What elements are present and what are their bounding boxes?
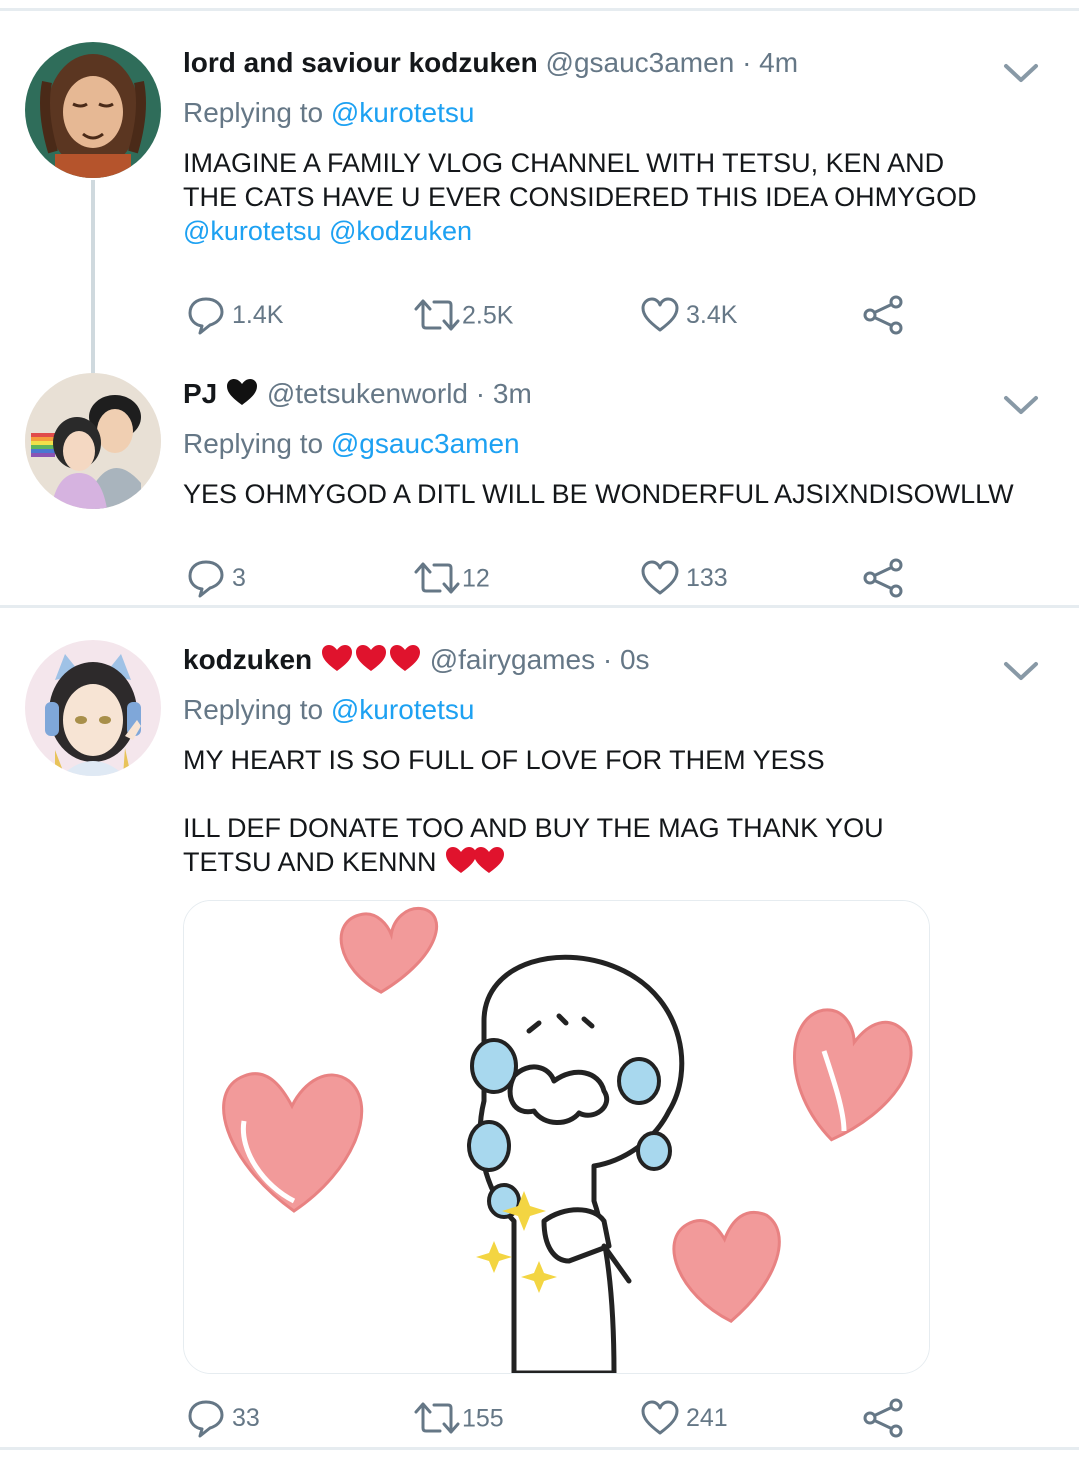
tweet-divider [0,605,1079,608]
like-icon [641,1400,679,1435]
text-line: THE CATS HAVE U EVER CONSIDERED THIS IDE… [183,182,977,212]
replying-label: Replying to [183,694,324,725]
reply-count: 33 [232,1404,260,1433]
retweet-count: 2.5K [462,301,514,330]
share-button[interactable] [862,1397,904,1438]
retweet-button[interactable]: 155 [412,1397,504,1437]
chevron-down-icon[interactable] [1000,656,1042,686]
reply-icon [188,1400,224,1438]
tweet-text: IMAGINE A FAMILY VLOG CHANNEL WITH TETSU… [183,146,1023,248]
handle[interactable]: @gsauc3amen [546,47,735,78]
reply-icon [188,297,224,335]
like-button[interactable]: 241 [640,1397,728,1437]
avatar[interactable] [25,373,161,509]
text-line: ILL DEF DONATE TOO AND BUY THE MAG THANK… [183,813,884,843]
replying-label: Replying to [183,97,324,128]
retweet-icon [414,299,460,331]
reply-button[interactable]: 33 [186,1397,260,1438]
top-divider [0,8,1079,11]
timestamp[interactable]: · 3m [476,378,532,409]
tweet-image[interactable] [183,900,930,1374]
retweet-button[interactable]: 12 [412,557,490,597]
text-line: IMAGINE A FAMILY VLOG CHANNEL WITH TETSU… [183,148,945,178]
reply-count: 1.4K [232,301,284,330]
black-heart-emoji [227,379,258,405]
tweet-header: lord and saviour kodzuken @gsauc3amen · … [183,45,798,81]
red-heart-emoji [474,847,505,873]
chevron-down-icon[interactable] [1000,58,1042,88]
like-button[interactable]: 3.4K [640,294,737,334]
retweet-count: 12 [462,564,490,593]
retweet-icon [414,1402,460,1434]
share-button[interactable] [862,557,904,598]
like-count: 241 [686,1404,728,1433]
share-button[interactable] [862,294,904,335]
red-heart-emoji [321,645,352,671]
reply-count: 3 [232,564,246,593]
avatar[interactable] [25,640,161,776]
red-heart-emoji [355,645,386,671]
timestamp[interactable]: · 0s [603,644,650,675]
handle[interactable]: @tetsukenworld [267,378,468,409]
timestamp[interactable]: · 4m [742,47,798,78]
thread-connector-line [91,180,95,375]
avatar[interactable] [25,42,161,178]
retweet-count: 155 [462,1404,504,1433]
text-line: YES OHMYGOD A DITL WILL BE WONDERFUL AJS… [183,479,1014,509]
like-count: 133 [686,564,728,593]
like-count: 3.4K [686,301,738,330]
share-icon [863,1398,903,1438]
display-name[interactable]: kodzuken [183,644,312,675]
handle[interactable]: @fairygames [430,644,595,675]
replying-to: Replying to @kurotetsu [183,95,474,131]
replying-mention-link[interactable]: @kurotetsu [331,97,475,128]
reply-button[interactable]: 1.4K [186,294,284,335]
replying-to: Replying to @gsauc3amen [183,426,520,462]
share-icon [863,295,903,335]
display-name[interactable]: lord and saviour kodzuken [183,47,538,78]
replying-label: Replying to [183,428,324,459]
chevron-down-icon[interactable] [1000,390,1042,420]
reply-button[interactable]: 3 [186,557,246,598]
replying-mention-link[interactable]: @gsauc3amen [331,428,520,459]
mention-link[interactable]: @kurotetsu [183,216,321,246]
reply-icon [188,560,224,598]
tweet-header: kodzuken @fairygames · 0s [183,642,650,678]
tweet-text: MY HEART IS SO FULL OF LOVE FOR THEM YES… [183,743,1023,879]
display-name[interactable]: PJ [183,378,217,409]
red-heart-emoji [389,645,420,671]
mention-link[interactable]: @kodzuken [329,216,472,246]
retweet-button[interactable]: 2.5K [412,294,513,334]
like-icon [641,560,679,595]
replying-mention-link[interactable]: @kurotetsu [331,694,475,725]
tweet-text: YES OHMYGOD A DITL WILL BE WONDERFUL AJS… [183,477,1023,511]
text-line: MY HEART IS SO FULL OF LOVE FOR THEM YES… [183,745,825,775]
like-icon [641,297,679,332]
like-button[interactable]: 133 [640,557,728,597]
text-line: TETSU AND KENNN [183,847,437,877]
tweet-header: PJ @tetsukenworld · 3m [183,376,532,412]
replying-to: Replying to @kurotetsu [183,692,474,728]
retweet-icon [414,562,460,594]
share-icon [863,558,903,598]
bottom-divider [0,1447,1079,1450]
